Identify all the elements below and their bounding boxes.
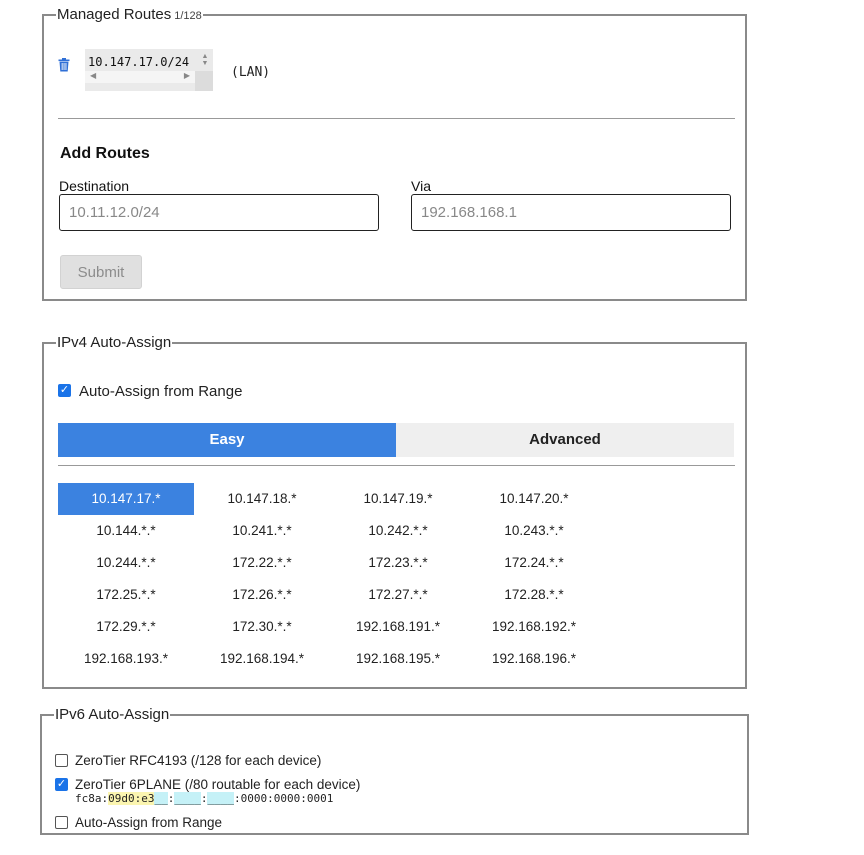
range-option[interactable]: 172.30.*.* (194, 611, 330, 643)
scroll-left-icon[interactable]: ◀ (90, 71, 96, 80)
via-label: Via (411, 178, 431, 194)
via-input[interactable] (411, 194, 731, 231)
route-target-field[interactable]: 10.147.17.0/24 ▲ ▼ ◀ ▶ (85, 49, 213, 91)
route-note: (LAN) (231, 65, 271, 80)
range-option[interactable]: 172.28.*.* (466, 579, 602, 611)
range-option[interactable]: 10.242.*.* (330, 515, 466, 547)
range-option[interactable]: 10.147.18.* (194, 483, 330, 515)
range-option[interactable]: 172.24.*.* (466, 547, 602, 579)
range-option[interactable]: 172.25.*.* (58, 579, 194, 611)
ipv4-legend: IPv4 Auto-Assign (57, 334, 172, 351)
ipv4-auto-assign-panel: IPv4 Auto-Assign ✓ Auto-Assign from Rang… (42, 334, 747, 689)
managed-routes-panel: Managed Routes 1/128 10.147.17.0/24 ▲ ▼ ◀ … (42, 6, 747, 301)
tab-advanced[interactable]: Advanced (396, 423, 734, 457)
scroll-right-icon[interactable]: ▶ (184, 71, 190, 80)
rfc4193-checkbox[interactable] (55, 754, 68, 767)
ipv4-auto-assign-checkbox[interactable]: ✓ (58, 384, 71, 397)
rfc4193-label: ZeroTier RFC4193 (/128 for each device) (75, 753, 322, 768)
ipv6-range-checkbox[interactable] (55, 816, 68, 829)
range-option[interactable]: 10.147.19.* (330, 483, 466, 515)
ipv4-auto-assign-label: Auto-Assign from Range (79, 383, 243, 400)
trash-icon[interactable] (58, 58, 70, 72)
ipv6-auto-assign-panel: IPv6 Auto-Assign ZeroTier RFC4193 (/128 … (40, 706, 749, 835)
range-option[interactable]: 192.168.193.* (58, 643, 194, 675)
route-target-text: 10.147.17.0/24 (88, 55, 190, 69)
range-option[interactable]: 172.22.*.* (194, 547, 330, 579)
spinner-icon[interactable]: ▲ ▼ (201, 53, 209, 67)
tab-easy[interactable]: Easy (58, 423, 396, 457)
sixplane-address: fc8a:09d0:e3__:____:____:0000:0000:0001 (75, 792, 334, 805)
range-option[interactable]: 10.241.*.* (194, 515, 330, 547)
range-option[interactable]: 192.168.191.* (330, 611, 466, 643)
managed-routes-legend: Managed Routes 1/128 (57, 6, 202, 23)
range-option[interactable]: 10.147.20.* (466, 483, 602, 515)
sixplane-checkbox[interactable]: ✓ (55, 778, 68, 791)
destination-label: Destination (59, 178, 130, 194)
ipv6-legend: IPv6 Auto-Assign (55, 706, 170, 723)
range-option[interactable]: 172.26.*.* (194, 579, 330, 611)
submit-button[interactable]: Submit (60, 255, 142, 289)
destination-input[interactable] (59, 194, 379, 231)
range-option[interactable]: 192.168.196.* (466, 643, 602, 675)
divider (58, 118, 735, 119)
tabs-divider (58, 465, 735, 466)
range-option[interactable]: 192.168.194.* (194, 643, 330, 675)
range-option[interactable]: 192.168.195.* (330, 643, 466, 675)
routes-count: 1/128 (174, 10, 202, 22)
scrollbar-corner (195, 71, 213, 91)
range-option[interactable]: 172.23.*.* (330, 547, 466, 579)
range-option[interactable]: 172.29.*.* (58, 611, 194, 643)
range-option[interactable]: 192.168.192.* (466, 611, 602, 643)
add-routes-title: Add Routes (60, 145, 150, 162)
ipv6-range-label: Auto-Assign from Range (75, 815, 223, 830)
range-option[interactable]: 10.243.*.* (466, 515, 602, 547)
horizontal-scrollbar[interactable]: ◀ ▶ (85, 71, 195, 83)
range-option[interactable]: 10.147.17.* (58, 483, 194, 515)
range-option[interactable]: 10.144.*.* (58, 515, 194, 547)
sixplane-label: ZeroTier 6PLANE (/80 routable for each d… (75, 777, 361, 792)
range-option[interactable]: 172.27.*.* (330, 579, 466, 611)
range-option[interactable]: 10.244.*.* (58, 547, 194, 579)
